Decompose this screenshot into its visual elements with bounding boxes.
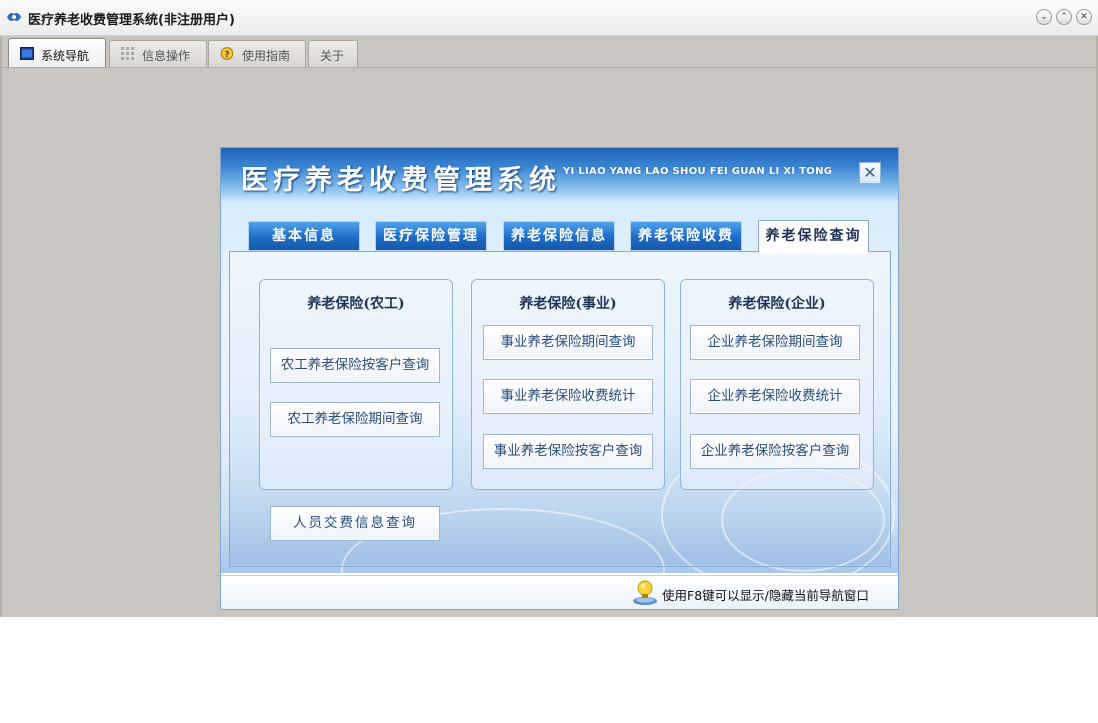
module-tab-label: 基本信息 <box>272 228 336 244</box>
module-tab-pension-fee[interactable]: 养老保险收费 <box>630 221 742 251</box>
tab-info-operation[interactable]: 信息操作 <box>109 40 207 67</box>
maximize-button[interactable]: ⌃ <box>1056 9 1072 25</box>
tab-user-guide[interactable]: ? 使用指南 <box>208 40 306 67</box>
tab-label: 系统导航 <box>41 49 90 63</box>
tab-label: 关于 <box>320 49 345 63</box>
panel-close-button[interactable]: ✕ <box>859 162 881 184</box>
module-tab-label: 养老保险信息 <box>511 228 607 244</box>
tab-about[interactable]: 关于 <box>308 40 358 67</box>
close-icon: ✕ <box>863 163 877 182</box>
module-tab-label: 养老保险收费 <box>638 228 734 244</box>
main-tab-strip: 系统导航 信息操作 ? 使用指南 关于 <box>0 36 1098 68</box>
window-title-bar: 医疗养老收费管理系统(非注册用户) ⌄ ⌃ ✕ <box>0 0 1098 36</box>
close-window-button[interactable]: ✕ <box>1076 9 1092 25</box>
chevron-up-icon: ⌃ <box>1060 12 1068 22</box>
help-icon: ? <box>220 47 234 60</box>
panel-subtitle: YI LIAO YANG LAO SHOU FEI GUAN LI XI TON… <box>563 166 833 177</box>
module-tab-basic-info[interactable]: 基本信息 <box>248 221 360 251</box>
chevron-down-icon: ⌄ <box>1040 12 1048 22</box>
content-frame <box>229 251 891 567</box>
module-tab-medical-insurance[interactable]: 医疗保险管理 <box>375 221 487 251</box>
panel-footer: 使用F8键可以显示/隐藏当前导航窗口 <box>221 575 898 609</box>
window-icon <box>20 47 34 60</box>
tab-label: 信息操作 <box>142 49 191 63</box>
lightbulb-icon <box>633 580 657 605</box>
module-tab-pension-info[interactable]: 养老保险信息 <box>503 221 615 251</box>
footer-hint: 使用F8键可以显示/隐藏当前导航窗口 <box>662 588 869 603</box>
svg-text:?: ? <box>225 49 230 59</box>
minimize-button[interactable]: ⌄ <box>1036 9 1052 25</box>
grid-icon <box>121 47 134 60</box>
panel-header: 医疗养老收费管理系统 YI LIAO YANG LAO SHOU FEI GUA… <box>221 148 898 203</box>
window-title: 医疗养老收费管理系统(非注册用户) <box>28 13 235 28</box>
module-tab-label: 医疗保险管理 <box>383 228 479 244</box>
module-tab-label: 养老保险查询 <box>765 228 862 244</box>
tab-label: 使用指南 <box>242 49 291 63</box>
tab-system-navigation[interactable]: 系统导航 <box>8 38 106 68</box>
navigation-panel: 医疗养老收费管理系统 YI LIAO YANG LAO SHOU FEI GUA… <box>220 147 899 610</box>
close-icon: ✕ <box>1080 12 1088 22</box>
panel-title: 医疗养老收费管理系统 <box>241 165 561 196</box>
module-tab-pension-query[interactable]: 养老保险查询 <box>758 220 869 253</box>
app-logo-icon <box>7 13 21 21</box>
